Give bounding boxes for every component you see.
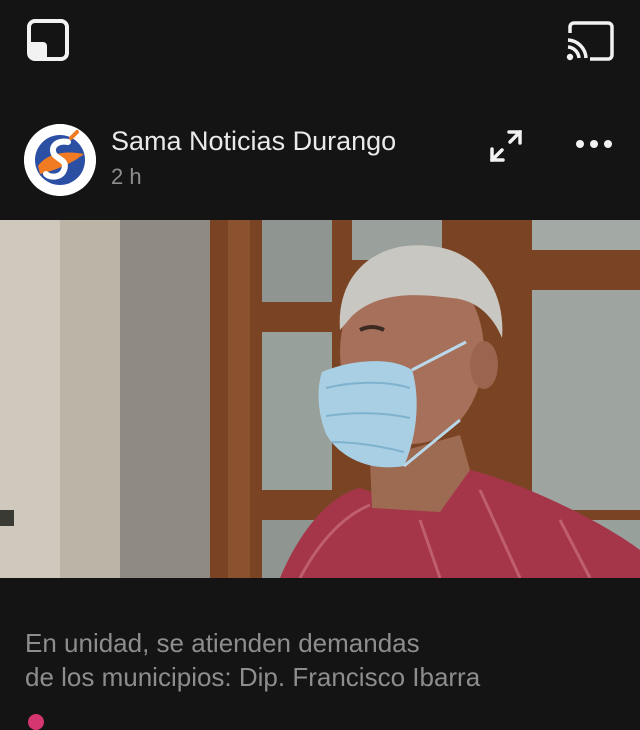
sama-noticias-logo	[24, 124, 96, 196]
page-name[interactable]: Sama Noticias Durango	[111, 126, 396, 157]
reaction-icon	[28, 714, 44, 730]
caption-line-1: En unidad, se atienden demandas	[25, 628, 420, 658]
picture-in-picture-icon[interactable]	[26, 18, 70, 62]
post-caption[interactable]: En unidad, se atienden demandas de los m…	[25, 626, 605, 694]
caption-line-2: de los municipios: Dip. Francisco Ibarra	[25, 662, 481, 692]
post-time[interactable]: 2 h	[111, 164, 142, 190]
video-frame-image	[0, 220, 640, 578]
cast-icon[interactable]	[564, 20, 616, 62]
more-options-icon[interactable]	[574, 134, 614, 154]
expand-icon[interactable]	[488, 128, 524, 164]
video-player[interactable]	[0, 220, 640, 578]
post-header: Sama Noticias Durango 2 h	[0, 118, 640, 198]
avatar[interactable]	[24, 124, 96, 196]
top-bar	[0, 0, 640, 90]
